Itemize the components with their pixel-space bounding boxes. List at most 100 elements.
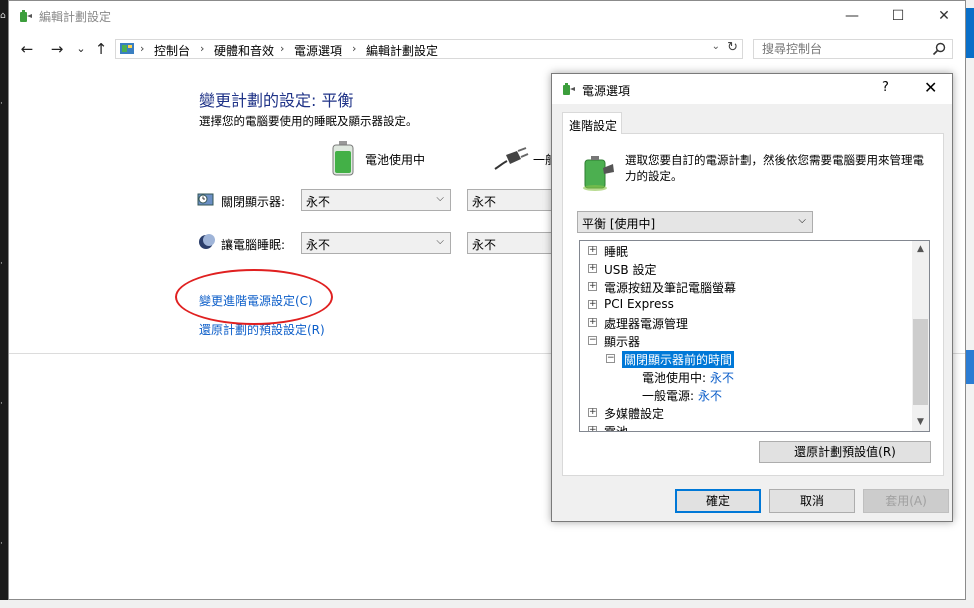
power-options-icon [583,156,614,191]
tree-item-label: 一般電源: [642,389,695,403]
control-panel-icon [120,43,134,54]
maximize-button[interactable]: ☐ [875,1,921,31]
scroll-up-icon[interactable]: ▲ [912,241,929,258]
expand-icon[interactable]: + [588,246,597,255]
tree-item-label: USB 設定 [604,263,657,277]
tree-item-label: 睡眠 [604,245,629,259]
tree-item-label: 電池使用中: [642,371,707,385]
strip-glyph: · [0,539,3,549]
search-input[interactable] [754,40,932,58]
tree-item-label: 關閉顯示器前的時間 [622,351,735,368]
scroll-thumb[interactable] [913,319,928,405]
breadcrumb-separator: › [280,42,285,55]
power-plan-dropdown[interactable]: 平衡 [使用中] ⌵ [577,211,813,233]
strip-glyph: · [0,99,3,109]
background-bottom-edge [0,600,974,608]
address-bar: ← → ⌄ ↑ › 控制台 › 硬體和音效 › 電源選項 › 編輯計劃設定 ⌄ … [9,31,965,67]
settings-tree[interactable]: + 睡眠 + USB 設定 + 電源按鈕及筆記電腦螢幕 + PCI Expres… [579,240,930,432]
expand-icon[interactable]: + [588,426,597,431]
tab-advanced-settings[interactable]: 進階設定 [562,112,622,134]
tree-item-label: 處理器電源管理 [604,317,689,331]
dialog-title: 電源選項 [582,84,631,98]
moon-icon [199,234,215,249]
breadcrumb-item[interactable]: 硬體和音效 [214,42,274,59]
scroll-down-icon[interactable]: ▼ [912,414,929,431]
close-button[interactable]: ✕ [921,1,967,31]
tree-item-label: 顯示器 [604,335,641,349]
tree-item-label: 電源按鈕及筆記電腦螢幕 [604,281,737,295]
dialog-title-bar[interactable]: 電源選項 ? ✕ [552,74,952,104]
dropdown-value: 平衡 [使用中] [582,217,656,231]
dropdown-value: 永不 [306,195,331,209]
up-button[interactable]: ↑ [91,39,111,59]
window-title: 編輯計劃設定 [39,10,112,24]
dialog-close-button[interactable]: ✕ [924,78,937,97]
strip-glyph: ⌂ [0,11,6,21]
advanced-settings-panel: 選取您要自訂的電源計劃，然後依您需要電腦要用來管理電力的設定。 平衡 [使用中]… [562,133,944,476]
search-icon[interactable] [932,42,946,56]
expand-icon[interactable]: + [588,282,597,291]
cancel-button[interactable]: 取消 [769,489,855,513]
power-options-icon [563,83,575,95]
forward-button[interactable]: → [47,39,67,59]
power-options-dialog: 電源選項 ? ✕ 進階設定 選取您要自訂的電源計劃，然後依您需要電腦要用來管理電… [551,73,953,522]
back-button[interactable]: ← [17,39,37,59]
refresh-icon[interactable]: ↻ [727,40,738,55]
breadcrumb[interactable]: › 控制台 › 硬體和音效 › 電源選項 › 編輯計劃設定 ⌄ ↻ [115,39,743,59]
tree-item-value[interactable]: 永不 [710,369,734,386]
dropdown-value: 永不 [472,195,497,209]
background-blue-block [966,350,974,384]
minimize-button[interactable]: — [829,1,875,31]
battery-icon [332,141,354,176]
expand-icon[interactable]: + [588,264,597,273]
title-bar[interactable]: 編輯計劃設定 — ☐ ✕ [9,1,965,31]
chevron-down-icon: ⌵ [436,193,444,204]
recent-locations-button[interactable]: ⌄ [71,39,91,59]
page-title: 變更計劃的設定: 平衡 [199,91,354,110]
search-box[interactable] [753,39,953,59]
background-window-edge [966,0,974,608]
breadcrumb-item[interactable]: 編輯計劃設定 [366,42,438,59]
battery-label: 電池使用中 [365,153,426,167]
chevron-down-icon: ⌵ [436,236,444,247]
dropdown-value: 永不 [472,238,497,252]
dropdown-value: 永不 [306,238,331,252]
power-options-icon [20,10,32,22]
breadcrumb-item[interactable]: 電源選項 [294,42,342,59]
expand-icon[interactable]: + [588,318,597,327]
expand-icon[interactable]: + [588,300,597,309]
display-off-label: 關閉顯示器: [221,195,286,209]
strip-glyph: · [0,399,3,409]
tree-item-label: PCI Express [604,297,674,311]
background-window-strip: ⌂ · · · · [0,0,8,608]
breadcrumb-separator: › [200,42,205,55]
breadcrumb-separator: › [352,42,357,55]
tree-item-value[interactable]: 永不 [698,387,722,404]
tree-item-label: 多媒體設定 [604,407,665,421]
tree-scrollbar[interactable]: ▲ ▼ [912,241,929,431]
display-battery-dropdown[interactable]: 永不 ⌵ [301,189,451,211]
red-highlight-circle [175,269,333,325]
page-subtitle: 選擇您的電腦要使用的睡眠及顯示器設定。 [199,114,418,128]
breadcrumb-separator: › [140,42,145,55]
sleep-plugged-dropdown[interactable]: 永不 [467,232,559,254]
apply-button[interactable]: 套用(A) [863,489,949,513]
plug-icon [494,147,529,170]
tree-item-label: 電池 [604,425,629,432]
expand-icon[interactable]: + [588,408,597,417]
sleep-battery-dropdown[interactable]: 永不 ⌵ [301,232,451,254]
sleep-label: 讓電腦睡眠: [221,238,286,252]
chevron-down-icon[interactable]: ⌄ [712,41,720,52]
display-plugged-dropdown[interactable]: 永不 [467,189,559,211]
collapse-icon[interactable]: − [606,354,615,363]
dialog-description: 選取您要自訂的電源計劃，然後依您需要電腦要用來管理電力的設定。 [625,153,924,183]
collapse-icon[interactable]: − [588,336,597,345]
monitor-icon [197,193,214,206]
ok-button[interactable]: 確定 [675,489,761,513]
help-button[interactable]: ? [882,80,889,95]
tab-label: 進階設定 [569,119,618,133]
breadcrumb-item[interactable]: 控制台 [154,42,190,59]
strip-glyph: · [0,259,3,269]
chevron-down-icon: ⌵ [798,215,806,226]
restore-plan-defaults-button[interactable]: 還原計劃預設值(R) [759,441,931,463]
